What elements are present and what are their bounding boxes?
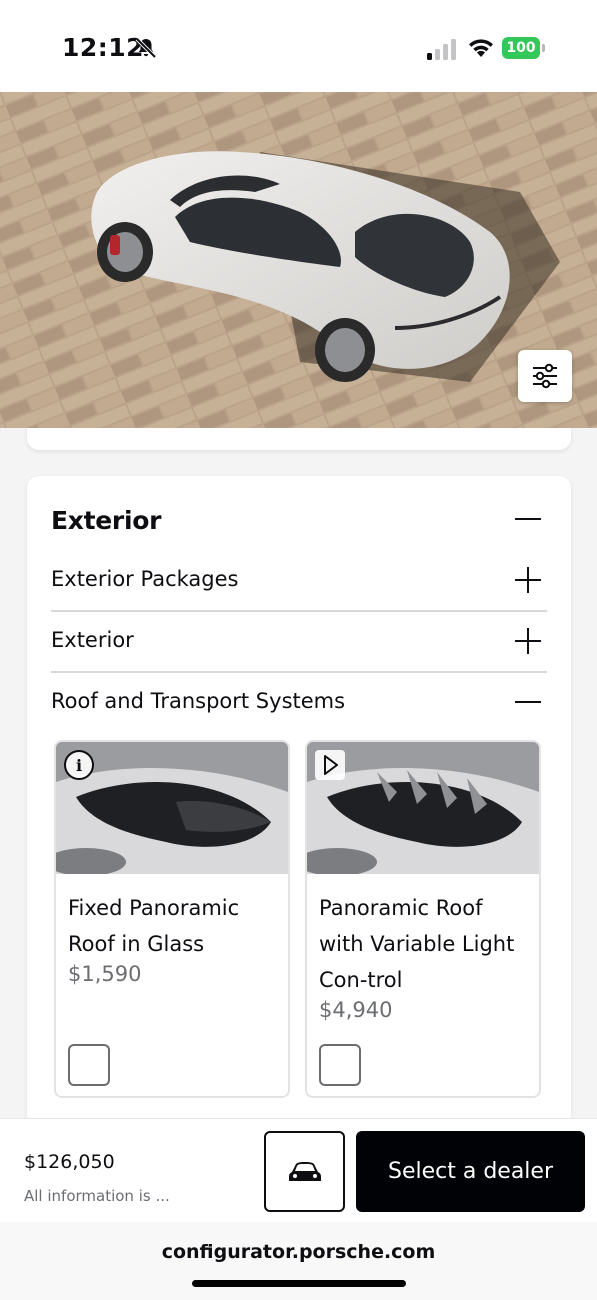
section-title-exterior: Exterior — [51, 506, 162, 535]
accordion-label: Exterior Packages — [51, 567, 239, 591]
accordion-label: Roof and Transport Systems — [51, 689, 346, 713]
option-tile-panoramic-roof-variable-light[interactable]: Panoramic Roof with Variable Light Con-t… — [305, 740, 541, 1098]
total-price: $126,050 — [24, 1151, 115, 1173]
car-front-icon — [288, 1161, 321, 1181]
plus-icon — [515, 567, 541, 593]
minus-icon — [515, 518, 541, 520]
battery-level: 100 — [502, 37, 540, 59]
option-price: $4,940 — [319, 998, 393, 1022]
info-icon[interactable]: i — [64, 750, 94, 780]
url-text[interactable]: configurator.porsche.com — [0, 1241, 597, 1263]
option-name: Fixed Panoramic Roof in Glass — [68, 896, 240, 956]
wifi-icon — [469, 39, 493, 57]
exterior-collapse-button[interactable] — [515, 506, 541, 532]
select-dealer-button[interactable]: Select a dealer — [356, 1131, 585, 1212]
option-name: Panoramic Roof with Variable Light Con-t… — [319, 896, 515, 992]
price-info-link[interactable]: All information is ... — [24, 1187, 170, 1205]
accordion-exterior-packages[interactable]: Exterior Packages — [51, 551, 547, 612]
play-icon[interactable] — [315, 750, 345, 780]
sliders-icon — [533, 363, 557, 389]
browser-url-bar[interactable]: configurator.porsche.com — [0, 1222, 597, 1300]
option-price: $1,590 — [68, 962, 142, 986]
option-checkbox[interactable] — [68, 1044, 110, 1086]
car-top-view-image — [0, 92, 597, 428]
car-view-button[interactable] — [264, 1131, 345, 1212]
status-time: 12:12 — [62, 33, 145, 62]
exterior-section-card: Exterior Exterior Packages Exterior Roof… — [27, 476, 571, 1118]
option-checkbox[interactable] — [319, 1044, 361, 1086]
accordion-exterior[interactable]: Exterior — [51, 612, 547, 673]
car-hero-image — [0, 92, 597, 428]
option-tile-fixed-panoramic-roof[interactable]: i Fixed Panoramic Roof in Glass $1,590 — [54, 740, 290, 1098]
accordion-label: Exterior — [51, 628, 134, 652]
battery-tip — [542, 44, 545, 52]
previous-section-card — [27, 428, 571, 450]
price-summary-bar: $126,050 All information is ... Select a… — [0, 1118, 597, 1222]
plus-icon — [515, 628, 541, 654]
signal-icon — [427, 39, 456, 60]
bell-slash-icon — [135, 37, 157, 59]
status-bar: 12:12 100 — [0, 0, 597, 92]
configuration-filter-button[interactable] — [518, 350, 572, 402]
battery-icon: 100 — [502, 37, 546, 59]
home-indicator[interactable] — [192, 1280, 406, 1287]
minus-icon — [515, 689, 541, 715]
configurator-content[interactable]: Exterior Exterior Packages Exterior Roof… — [0, 428, 597, 1118]
accordion-roof-and-transport-systems[interactable]: Roof and Transport Systems — [51, 673, 547, 723]
